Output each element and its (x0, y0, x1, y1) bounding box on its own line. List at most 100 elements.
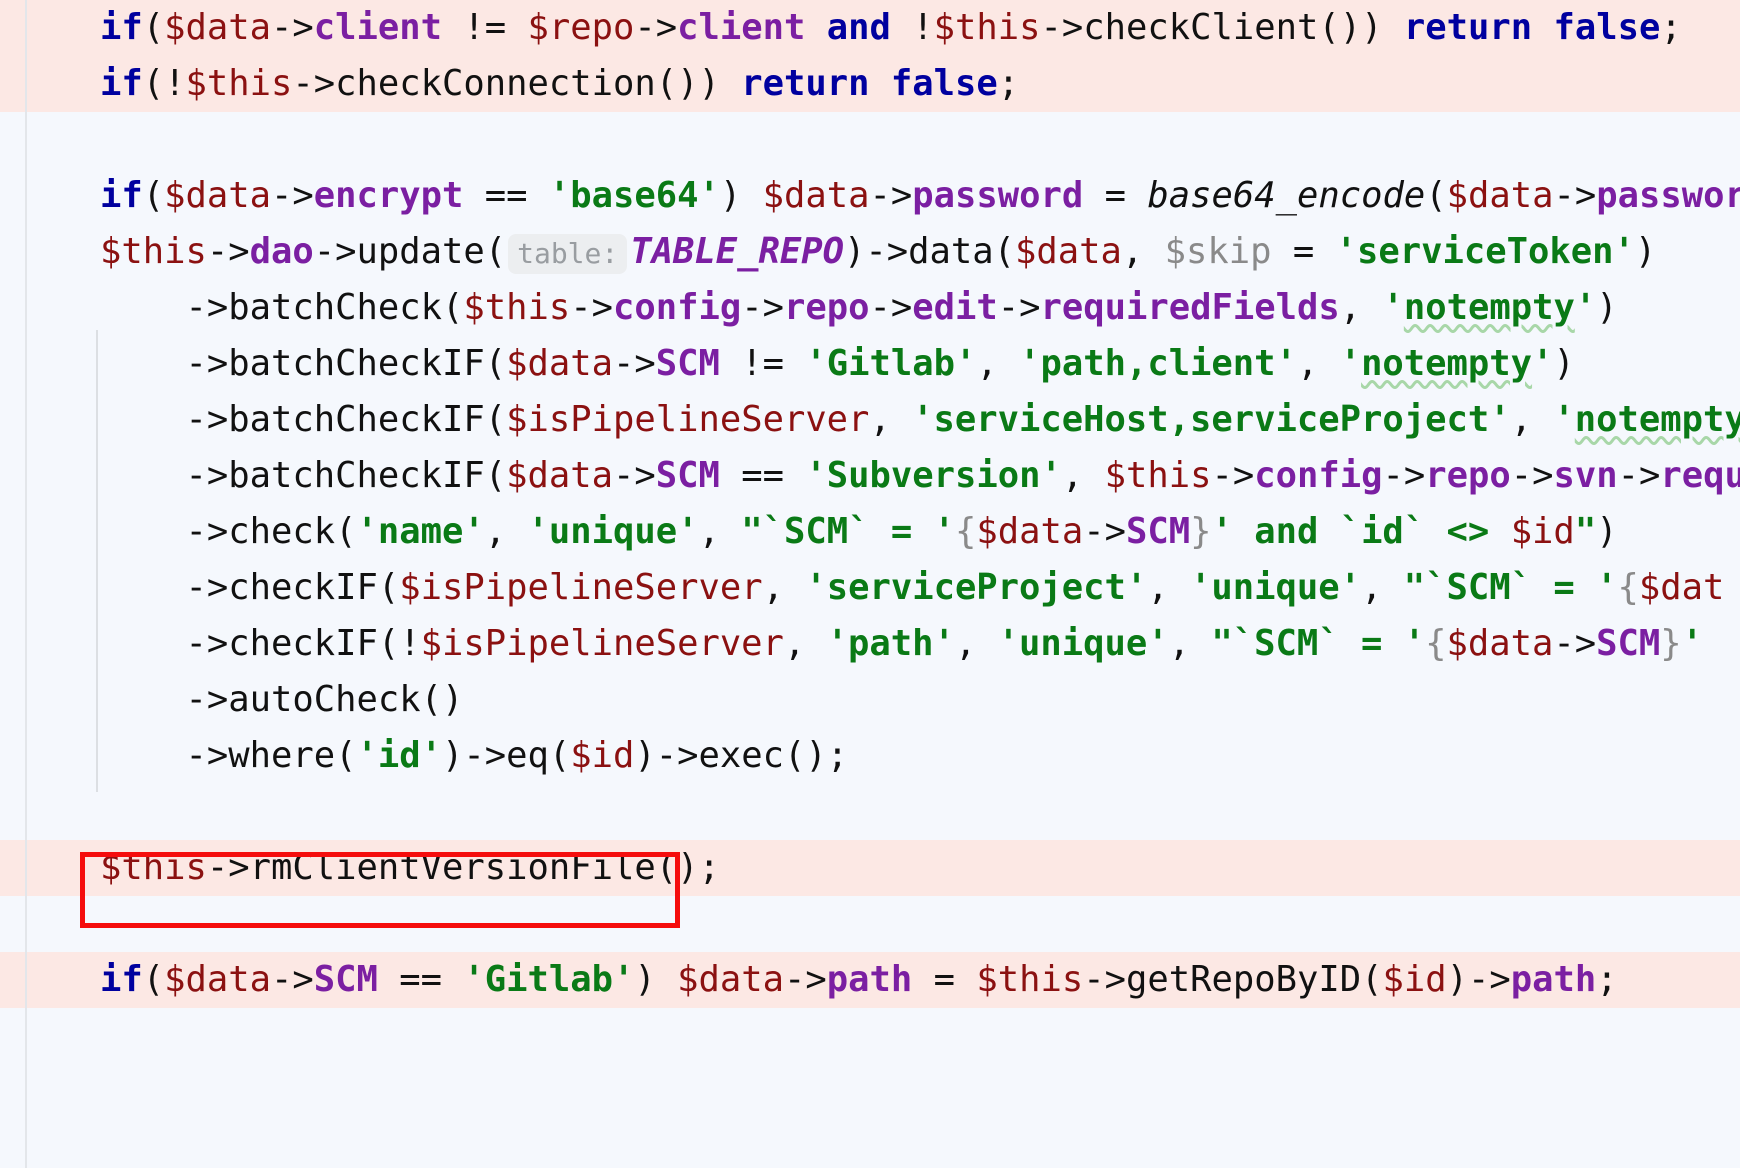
code-token: ' and `id` <> (1211, 511, 1511, 552)
code-token: encrypt (313, 175, 464, 216)
code-token: $skip (1164, 231, 1272, 272)
code-token: TABLE_REPO (630, 231, 844, 272)
code-token: , (1296, 343, 1340, 384)
code-token: { (1617, 567, 1639, 608)
code-token: , (1147, 567, 1191, 608)
code-token: SCM (1596, 623, 1661, 664)
code-token: client (313, 7, 442, 48)
code-token: , (484, 511, 528, 552)
code-line[interactable]: ->batchCheck($this->config->repo->edit->… (0, 280, 1740, 336)
code-token: config (612, 287, 742, 328)
code-token: -> (1510, 455, 1554, 496)
code-token: $repo (527, 7, 635, 48)
code-token: ) (719, 175, 763, 216)
code-token: -> (1211, 455, 1255, 496)
code-line[interactable]: ->check('name', 'unique', "`SCM` = '{$da… (0, 504, 1740, 560)
code-line[interactable] (0, 784, 1740, 840)
code-token: -> (271, 175, 314, 216)
code-token: ' (1574, 287, 1597, 328)
code-token: -> (206, 231, 250, 272)
code-token: notempty (1361, 343, 1533, 384)
code-token: 'unique' (527, 511, 699, 552)
code-token: $isPipelineServer (399, 567, 763, 608)
code-line[interactable]: ->checkIF(!$isPipelineServer, 'path', 'u… (0, 616, 1740, 672)
code-token: config (1254, 455, 1383, 496)
code-line[interactable]: $this->dao->update(table: TABLE_REPO)->da… (0, 224, 1740, 280)
inlay-parameter-hint[interactable]: table: (508, 234, 628, 274)
code-token: if (100, 175, 143, 216)
code-token: base64_encode (1147, 175, 1426, 216)
code-line[interactable]: ->where('id')->eq($id)->exec(); (0, 728, 1740, 784)
code-token: $id (1510, 511, 1575, 552)
code-token: == (463, 175, 549, 216)
code-token: ' (1681, 623, 1704, 664)
code-token: $isPipelineServer (420, 623, 784, 664)
code-token: -> (612, 343, 656, 384)
code-line[interactable]: ->checkIF($isPipelineServer, 'servicePro… (0, 560, 1740, 616)
code-token: ->check( (100, 511, 357, 552)
code-token: ->checkIF(! (100, 623, 421, 664)
code-token: svn (1553, 455, 1618, 496)
code-token: , (762, 567, 806, 608)
code-token: edit (912, 287, 998, 328)
code-token: -> (869, 287, 913, 328)
code-token: ( (142, 959, 165, 1000)
code-token: false (1553, 7, 1661, 48)
code-token: ->checkIF( (100, 567, 400, 608)
code-token: == (719, 455, 806, 496)
code-token: != (719, 343, 806, 384)
code-token: 'unique' (997, 623, 1169, 664)
code-token: ! (890, 7, 934, 48)
code-token: $data (1446, 175, 1554, 216)
indent-guide (96, 330, 98, 792)
code-line[interactable]: ->batchCheckIF($data->SCM != 'Gitlab', '… (0, 336, 1740, 392)
code-token: , (783, 623, 827, 664)
code-token: if (100, 959, 143, 1000)
code-token: 'Gitlab' (805, 343, 977, 384)
code-line[interactable]: if($data->SCM == 'Gitlab') $data->path =… (0, 952, 1740, 1008)
code-line[interactable]: if(!$this->checkConnection()) return fal… (0, 56, 1740, 112)
code-token: $data (506, 343, 613, 384)
code-token: SCM (655, 343, 720, 384)
code-token: path (826, 959, 913, 1000)
code-token: ) (1596, 511, 1618, 552)
code-token: 'id' (356, 735, 442, 776)
code-token: ) (634, 959, 678, 1000)
code-token: = (1271, 231, 1336, 272)
code-line[interactable]: ->batchCheckIF($data->SCM == 'Subversion… (0, 448, 1740, 504)
code-line[interactable]: if($data->client != $repo->client and !$… (0, 0, 1740, 56)
code-token: -> (869, 175, 913, 216)
code-editor[interactable]: if($data->client != $repo->client and !$… (0, 0, 1740, 1168)
code-token: $dat (1638, 567, 1725, 608)
code-line[interactable] (0, 112, 1740, 168)
code-token: ->where( (100, 735, 357, 776)
code-token: password (912, 175, 1084, 216)
code-token: if (100, 7, 143, 48)
code-token: ( (1425, 175, 1447, 216)
code-token: == (377, 959, 464, 1000)
code-token: , (1121, 231, 1165, 272)
code-token: repo (783, 287, 870, 328)
code-token: -> (271, 959, 314, 1000)
code-line[interactable]: if($data->encrypt == 'base64') $data->pa… (0, 168, 1740, 224)
code-token: $isPipelineServer (506, 399, 870, 440)
code-line[interactable]: $this->rmClientVersionFile(); (0, 840, 1740, 896)
code-token: $data (677, 959, 784, 1000)
code-line[interactable]: ->batchCheckIF($isPipelineServer, 'servi… (0, 392, 1740, 448)
code-token: ) (1596, 287, 1618, 328)
code-token: $id (570, 735, 635, 776)
code-token: 'base64' (548, 175, 720, 216)
code-token: , (976, 343, 1020, 384)
code-line[interactable] (0, 896, 1740, 952)
code-token: ( (142, 7, 165, 48)
code-lines-container[interactable]: if($data->client != $repo->client and !$… (0, 0, 1740, 1008)
code-token: ; (1660, 7, 1682, 48)
code-line[interactable]: ->autoCheck() (0, 672, 1740, 728)
code-token: 'name' (356, 511, 485, 552)
code-token: dao (249, 231, 314, 272)
code-token: and (826, 7, 891, 48)
code-token: $this (100, 847, 207, 888)
code-token: client (677, 7, 806, 48)
code-token: $data (1446, 623, 1554, 664)
code-token: 'path' (826, 623, 955, 664)
